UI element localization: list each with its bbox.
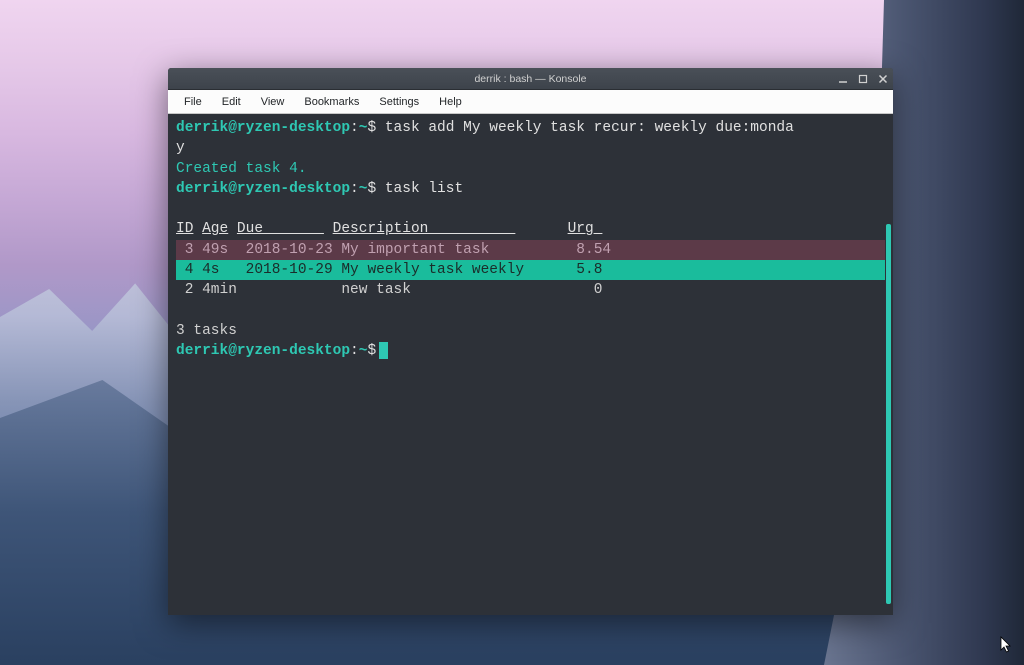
close-button[interactable]: [877, 73, 889, 85]
prompt-current: derrik@ryzen-desktop:~$: [176, 341, 885, 361]
prompt-user: derrik@ryzen-desktop: [176, 343, 350, 359]
menu-help[interactable]: Help: [429, 92, 472, 112]
prompt-user: derrik@ryzen-desktop: [176, 181, 350, 197]
prompt-colon: :: [350, 343, 359, 359]
header-due: Due: [237, 221, 324, 237]
output-created: Created task 4.: [176, 159, 885, 179]
window-controls: [837, 73, 889, 85]
task-summary: 3 tasks: [176, 321, 885, 341]
cell-id: 3: [176, 242, 193, 258]
prompt-dollar: $: [367, 120, 376, 136]
cell-urg: 8.54: [576, 242, 611, 258]
menu-file[interactable]: File: [174, 92, 212, 112]
header-age: Age: [202, 221, 228, 237]
table-row: 3 49s 2018-10-23 My important task 8.54: [176, 240, 885, 260]
header-description: Description: [333, 221, 516, 237]
prompt-colon: :: [350, 181, 359, 197]
cell-desc: My weekly task weekly: [341, 262, 559, 278]
konsole-window: derrik : bash — Konsole File Edit View B…: [168, 68, 893, 615]
menubar: File Edit View Bookmarks Settings Help: [168, 90, 893, 114]
cell-id: 4: [176, 262, 193, 278]
terminal-cursor: [379, 342, 388, 359]
blank-line: [176, 301, 885, 321]
maximize-button[interactable]: [857, 73, 869, 85]
command-line-1-wrap: y: [176, 138, 885, 158]
cell-due: [246, 282, 333, 298]
prompt-colon: :: [350, 120, 359, 136]
terminal-scrollbar[interactable]: [886, 224, 891, 604]
table-row: 4 4s 2018-10-29 My weekly task weekly 5.…: [176, 260, 885, 280]
cell-age: 4s: [202, 262, 237, 278]
cell-id: 2: [176, 282, 193, 298]
menu-settings[interactable]: Settings: [369, 92, 429, 112]
command-line-1: derrik@ryzen-desktop:~$ task add My week…: [176, 118, 885, 138]
prompt-dollar: $: [367, 343, 376, 359]
menu-view[interactable]: View: [251, 92, 295, 112]
blank-line: [176, 199, 885, 219]
menu-bookmarks[interactable]: Bookmarks: [294, 92, 369, 112]
cell-desc: new task: [341, 282, 585, 298]
cell-due: 2018-10-29: [246, 262, 333, 278]
menu-edit[interactable]: Edit: [212, 92, 251, 112]
cell-age: 49s: [202, 242, 237, 258]
header-id: ID: [176, 221, 193, 237]
cell-urg: 5.8: [568, 262, 603, 278]
cell-age: 4min: [202, 282, 237, 298]
task-table-header: ID Age Due Description Urg: [176, 219, 885, 239]
window-title: derrik : bash — Konsole: [474, 73, 586, 85]
cell-due: 2018-10-23: [246, 242, 333, 258]
cell-desc: My important task: [341, 242, 567, 258]
prompt-dollar: $: [367, 181, 376, 197]
window-titlebar[interactable]: derrik : bash — Konsole: [168, 68, 893, 90]
mouse-cursor-icon: [1000, 636, 1014, 657]
header-urg: Urg: [568, 221, 603, 237]
cell-urg: 0: [594, 282, 603, 298]
command-line-2: derrik@ryzen-desktop:~$ task list: [176, 179, 885, 199]
prompt-user: derrik@ryzen-desktop: [176, 120, 350, 136]
command-text-2: task list: [376, 181, 463, 197]
command-text-1: task add My weekly task recur: weekly du…: [376, 120, 794, 136]
minimize-button[interactable]: [837, 73, 849, 85]
terminal-area[interactable]: derrik@ryzen-desktop:~$ task add My week…: [168, 114, 893, 615]
table-row: 2 4min new task 0: [176, 280, 885, 300]
